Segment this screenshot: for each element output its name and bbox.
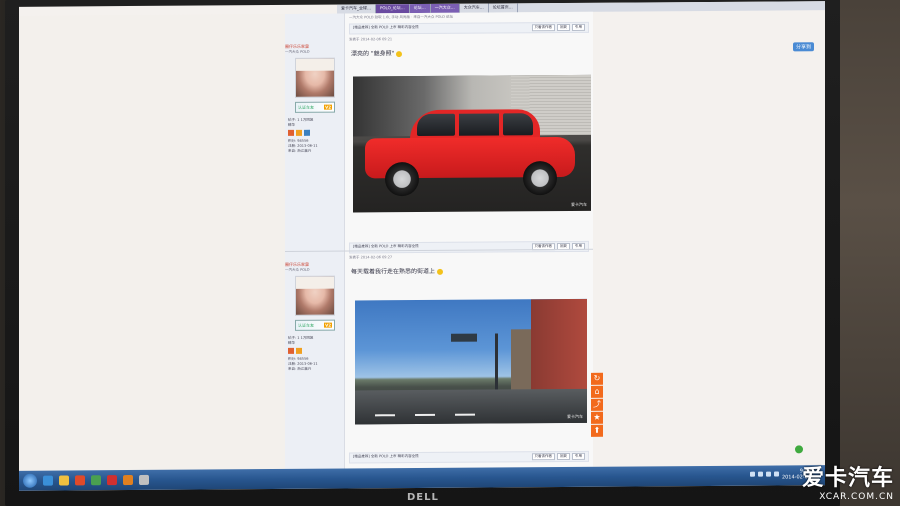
quote-button[interactable]: 引用 [572,452,585,460]
author-stat: 精华 [288,340,295,345]
smiley-icon [436,268,443,275]
post-caption-text: 每天载着我行走在熟悉的街道上 [351,267,436,276]
badge-level: V2 [324,104,332,110]
dell-logo: DELL [407,492,439,503]
photo-watermark: 爱卡汽车 [571,201,587,207]
author-car-model: 一汽大众 POLO [285,267,310,272]
favorite-icon[interactable]: ★ [591,411,603,424]
car-window [459,113,499,136]
smiley-icon [396,50,403,57]
app-icon[interactable] [75,475,85,486]
avatar[interactable] [295,275,335,316]
badge-label: 认证车友 [298,322,314,328]
monitor-screen: 爱卡汽车_全球… POLO_论坛… 论坛… 一汽大众… 大众汽车… 论坛首页… … [19,1,825,491]
home-icon[interactable]: ⌂ [591,385,603,398]
tray-icon[interactable] [750,471,755,477]
red-car [365,105,575,197]
post-meta: 一汽大众 POLO 劲取 1.6L 手动 风尚版 · 来自一汽大众 POLO 论… [349,14,454,20]
browser-tab-active[interactable]: POLO_论坛… [376,4,410,14]
post-photo-red-car[interactable]: 爱卡汽车 [353,74,591,213]
author-card: 圈仔乐乐家里 一汽大众 POLO 认证车友 V2 帖子: 1 1万回复 精华 积… [285,260,345,372]
author-icons [285,347,345,354]
road-lane-mark [375,414,395,417]
wall-background [840,0,900,506]
monitor-bezel: 爱卡汽车_全球… POLO_论坛… 论坛… 一汽大众… 大众汽车… 论坛首页… … [5,0,840,506]
browser-tab[interactable]: 论坛… [409,3,431,14]
watermark-url: XCAR.COM.CN [819,492,894,502]
post-column: 一汽大众 POLO 劲取 1.6L 手动 风尚版 · 来自一汽大众 POLO 论… [345,11,593,469]
photo-tower [531,298,587,404]
post-caption: 漂亮的 "魅身照" [345,43,593,62]
author-car-model: 一汽大众 POLO [285,49,310,54]
app-icon[interactable] [91,475,101,486]
promo-link[interactable]: [精品推荐] 全新 POLO 上市 精彩内容全揽 [353,454,419,461]
car-window [503,113,533,136]
tray-icon[interactable] [758,471,763,477]
app-icon[interactable] [107,475,117,486]
only-author-button[interactable]: 只看该作者 [531,24,555,32]
post-caption-text: 漂亮的 "魅身照" [351,50,395,58]
author-card: 圈仔乐乐家里 一汽大众 POLO 认证车友 V2 帖子: 1 1万回复 精华 积… [285,42,345,154]
promo-link[interactable]: [精品推荐] 全新 POLO 上市 精彩内容全揽 [353,25,419,32]
road-lane-mark [455,413,475,416]
post-toolbar: [精品推荐] 全新 POLO 上市 精彩内容全揽 只看该作者 回复 引用 [349,21,589,35]
tray-icon[interactable] [766,471,771,477]
post-photo-street[interactable]: 爱卡汽车 [355,298,587,425]
badge-label: 认证车友 [298,104,314,110]
system-tray [750,471,779,477]
reply-button[interactable]: 回复 [557,23,570,32]
certified-badge: 认证车友 V2 [295,319,335,331]
browser-tab[interactable]: 大众汽车… [459,3,489,13]
folder-icon[interactable] [59,475,69,486]
watermark-title: 爱卡汽车 [801,466,894,491]
author-stat: 精华 [288,122,295,127]
browser-tab[interactable]: 论坛首页… [488,3,518,13]
author-stat: 来自: 浙江嘉兴 [288,148,312,153]
refresh-icon[interactable]: ↻ [591,372,603,385]
badge-level: V2 [324,322,332,328]
windows-taskbar: 9:48 2014-02-07 [19,465,825,491]
start-button[interactable] [23,473,37,488]
car-window [417,113,455,137]
post-2: 发表于 2014-02-06 09:27 每天载着我行走在熟悉的街道上 [345,252,593,280]
photo-road [355,388,587,425]
app-icon[interactable] [123,475,133,486]
car-wheel [385,162,419,197]
ie-icon[interactable] [43,475,53,486]
share-icon[interactable]: ⤴ [591,398,603,411]
certified-badge: 认证车友 V2 [295,101,335,113]
browser-tab[interactable]: 一汽大众… [430,3,460,13]
medal-icon [288,347,294,354]
author-column: 圈仔乐乐家里 一汽大众 POLO 认证车友 V2 帖子: 1 1万回复 精华 积… [285,13,345,469]
car-wheel [523,161,557,196]
medal-icon [296,347,302,354]
back-to-top-icon[interactable]: ⬆ [591,424,603,437]
browser-tab[interactable]: 爱卡汽车_全球… [337,4,376,14]
author-icons [285,129,345,136]
site-watermark: 爱卡汽车 XCAR.COM.CN [802,460,894,502]
post-caption: 每天载着我行走在熟悉的街道上 [345,261,593,280]
floating-tools: ↻ ⌂ ⤴ ★ ⬆ [591,372,603,437]
quote-button[interactable]: 引用 [572,23,585,31]
tray-icon[interactable] [774,471,779,477]
post-toolbar: [精品推荐] 全新 POLO 上市 精彩内容全揽 只看该作者 回复 引用 [349,450,589,464]
reply-button[interactable]: 回复 [557,452,570,461]
photo-road-sign [451,333,477,342]
medal-icon [288,129,294,136]
photo-of-monitor: 爱卡汽车_全球… POLO_论坛… 论坛… 一汽大众… 大众汽车… 论坛首页… … [0,0,900,506]
app-icon[interactable] [139,474,149,485]
road-lane-mark [415,413,435,417]
status-dot-icon [795,445,803,454]
photo-watermark: 爱卡汽车 [567,413,583,419]
medal-icon [296,129,302,136]
page-left-margin [19,13,287,471]
only-author-button[interactable]: 只看该作者 [531,453,555,461]
avatar[interactable] [295,57,335,98]
share-button[interactable]: 分享到 [793,42,815,52]
author-stat: 来自: 浙江嘉兴 [288,366,312,371]
medal-icon [304,129,310,136]
